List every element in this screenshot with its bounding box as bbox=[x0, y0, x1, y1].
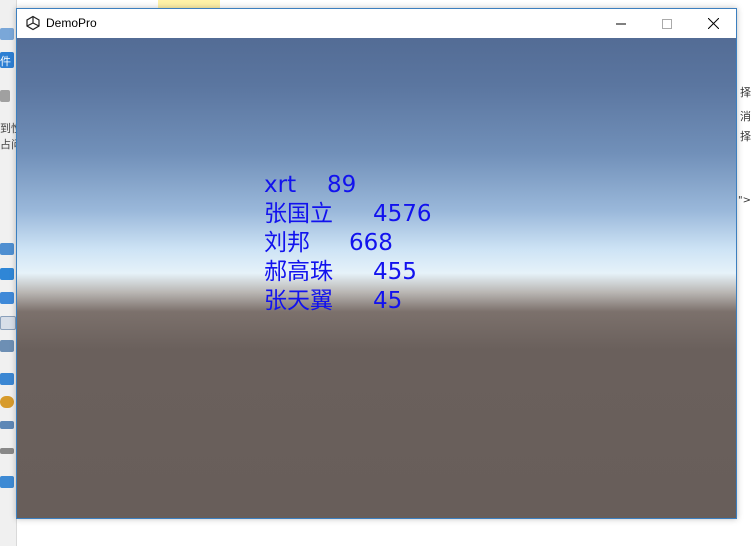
close-icon bbox=[707, 14, 719, 33]
minimize-icon bbox=[616, 14, 626, 33]
background-tab bbox=[230, 0, 270, 8]
score-name: 张国立 bbox=[264, 201, 333, 227]
unity-logo-icon bbox=[25, 15, 41, 31]
apps-icon bbox=[0, 421, 14, 429]
background-text: 到性 bbox=[0, 122, 16, 135]
folder-icon bbox=[0, 243, 14, 255]
score-value: 668 bbox=[349, 230, 393, 256]
drive-icon bbox=[0, 448, 14, 454]
score-value: 455 bbox=[373, 259, 417, 285]
computer-icon bbox=[0, 373, 14, 385]
monitor-icon bbox=[0, 268, 14, 280]
background-text: 消 bbox=[740, 110, 751, 123]
window-title: DemoPro bbox=[46, 16, 97, 30]
score-name: 郝高珠 bbox=[264, 259, 333, 285]
window-icon bbox=[0, 28, 14, 40]
picture-icon bbox=[0, 340, 14, 352]
score-value: 89 bbox=[327, 172, 357, 198]
background-text: 占问 bbox=[0, 138, 16, 151]
pin-icon bbox=[0, 90, 10, 102]
title-bar[interactable]: DemoPro bbox=[17, 9, 736, 38]
minimize-button[interactable] bbox=[598, 9, 644, 38]
background-app-right-panel: 择 消 择 é"> bbox=[716, 40, 753, 520]
background-text: 择 bbox=[740, 86, 751, 99]
maximize-icon bbox=[662, 14, 672, 33]
score-name: 刘邦 bbox=[264, 230, 310, 256]
demopro-window: DemoPro xrt 89 张国立 4576 刘邦 668 郝高珠 455 张… bbox=[16, 8, 737, 519]
document-icon bbox=[0, 316, 16, 330]
background-text: 件 bbox=[0, 55, 11, 68]
music-icon bbox=[0, 396, 14, 408]
score-value: 45 bbox=[373, 288, 403, 314]
close-button[interactable] bbox=[690, 9, 736, 38]
download-icon bbox=[0, 292, 14, 304]
maximize-button[interactable] bbox=[644, 9, 690, 38]
background-app-left-panel: 件 到性 占问 bbox=[0, 0, 17, 546]
score-value: 4576 bbox=[373, 201, 432, 227]
game-viewport[interactable]: xrt 89 张国立 4576 刘邦 668 郝高珠 455 张天翼 45 bbox=[17, 38, 736, 518]
score-name: xrt bbox=[264, 172, 297, 198]
network-icon bbox=[0, 476, 14, 488]
score-name: 张天翼 bbox=[264, 288, 333, 314]
background-text: 择 bbox=[740, 130, 751, 143]
